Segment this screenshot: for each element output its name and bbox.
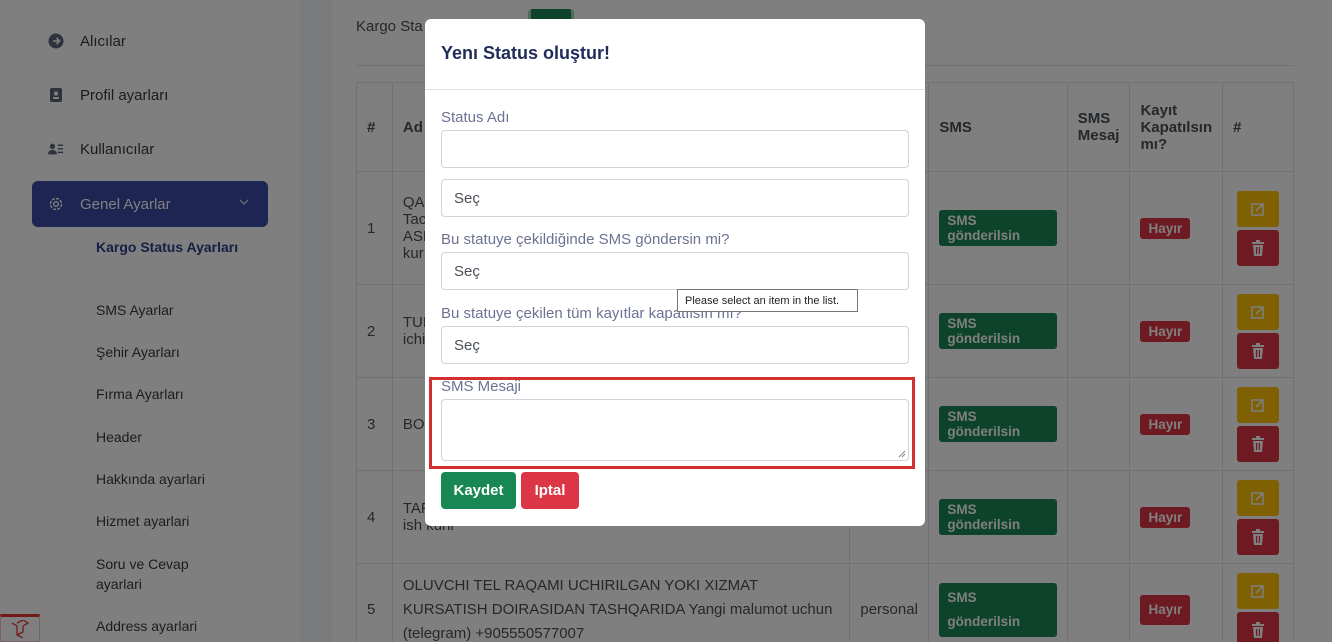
close-records-select[interactable]: Seç [441, 326, 909, 364]
validation-tooltip: Please select an item in the list. [677, 289, 858, 312]
modal-title: Yenı Status oluştur! [441, 43, 611, 63]
sms-question-label: Bu statuye çekildiğinde SMS göndersin mi… [441, 231, 730, 248]
status-type-select[interactable]: Seç [441, 179, 909, 217]
status-name-input[interactable] [441, 130, 909, 168]
status-name-label: Status Adı [441, 109, 510, 126]
sms-message-highlight [429, 377, 915, 469]
create-status-modal: Yenı Status oluştur! Status Adı Seç Bu s… [425, 19, 925, 526]
modal-divider [425, 89, 925, 90]
sms-send-select[interactable]: Seç [441, 252, 909, 290]
cancel-button[interactable]: Iptal [521, 472, 579, 509]
save-button[interactable]: Kaydet [441, 472, 516, 509]
